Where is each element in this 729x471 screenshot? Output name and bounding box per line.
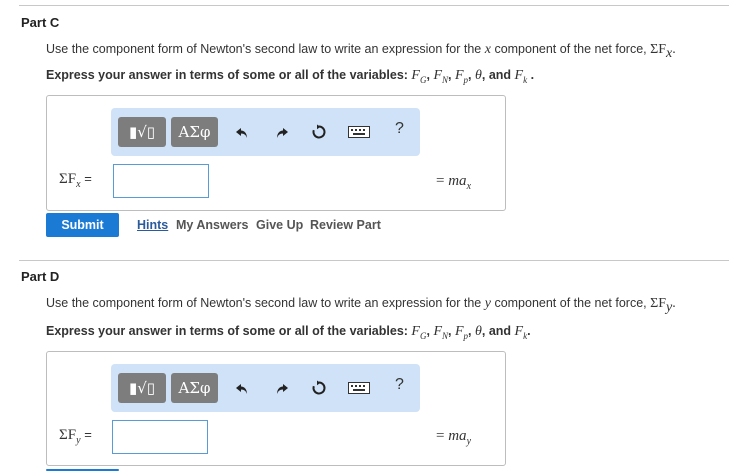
hints-link[interactable]: Hints [137,218,168,232]
part-c-answer-box: ▮√▯ ΑΣφ ? ΣFx = = max [46,95,506,211]
templates-button[interactable]: ▮√▯ [118,117,166,147]
undo-icon[interactable] [231,121,253,143]
part-c-instructions: Express your answer in terms of some or … [46,68,535,85]
redo-icon[interactable] [271,121,293,143]
part-divider [19,260,729,261]
reset-icon[interactable] [308,121,330,143]
part-d-instructions: Express your answer in terms of some or … [46,324,531,341]
part-d-answer-input[interactable] [112,420,208,454]
part-c-answer-input[interactable] [113,164,209,198]
part-d-question: Use the component form of Newton's secon… [46,296,676,315]
keyboard-icon[interactable] [346,377,372,399]
part-d-lhs: ΣFy = [59,427,92,446]
give-up-link[interactable]: Give Up [256,218,303,232]
part-c-math-toolbar: ▮√▯ ΑΣφ ? [111,108,420,156]
greek-letters-button[interactable]: ΑΣφ [171,373,218,403]
part-c-lhs: ΣFx = [59,171,92,190]
help-button[interactable]: ? [395,120,404,138]
part-d-answer-box: ▮√▯ ΑΣφ ? ΣFy = = may [46,351,506,466]
part-c-question: Use the component form of Newton's secon… [46,42,676,61]
part-c-title: Part C [21,15,60,30]
redo-icon[interactable] [271,377,293,399]
my-answers-link[interactable]: My Answers [176,218,248,232]
templates-icon: ▮√▯ [128,379,156,397]
submit-button[interactable]: Submit [46,213,119,237]
greek-letters-button[interactable]: ΑΣφ [171,117,218,147]
templates-button[interactable]: ▮√▯ [118,373,166,403]
top-divider [19,5,729,6]
help-button[interactable]: ? [395,376,404,394]
reset-icon[interactable] [308,377,330,399]
review-part-link[interactable]: Review Part [310,218,381,232]
templates-icon: ▮√▯ [128,123,156,141]
undo-icon[interactable] [231,377,253,399]
part-d-title: Part D [21,269,60,284]
part-d-math-toolbar: ▮√▯ ΑΣφ ? [111,364,420,412]
keyboard-icon[interactable] [346,121,372,143]
part-d-rhs: = may [436,428,472,447]
part-c-rhs: = max [436,173,472,192]
